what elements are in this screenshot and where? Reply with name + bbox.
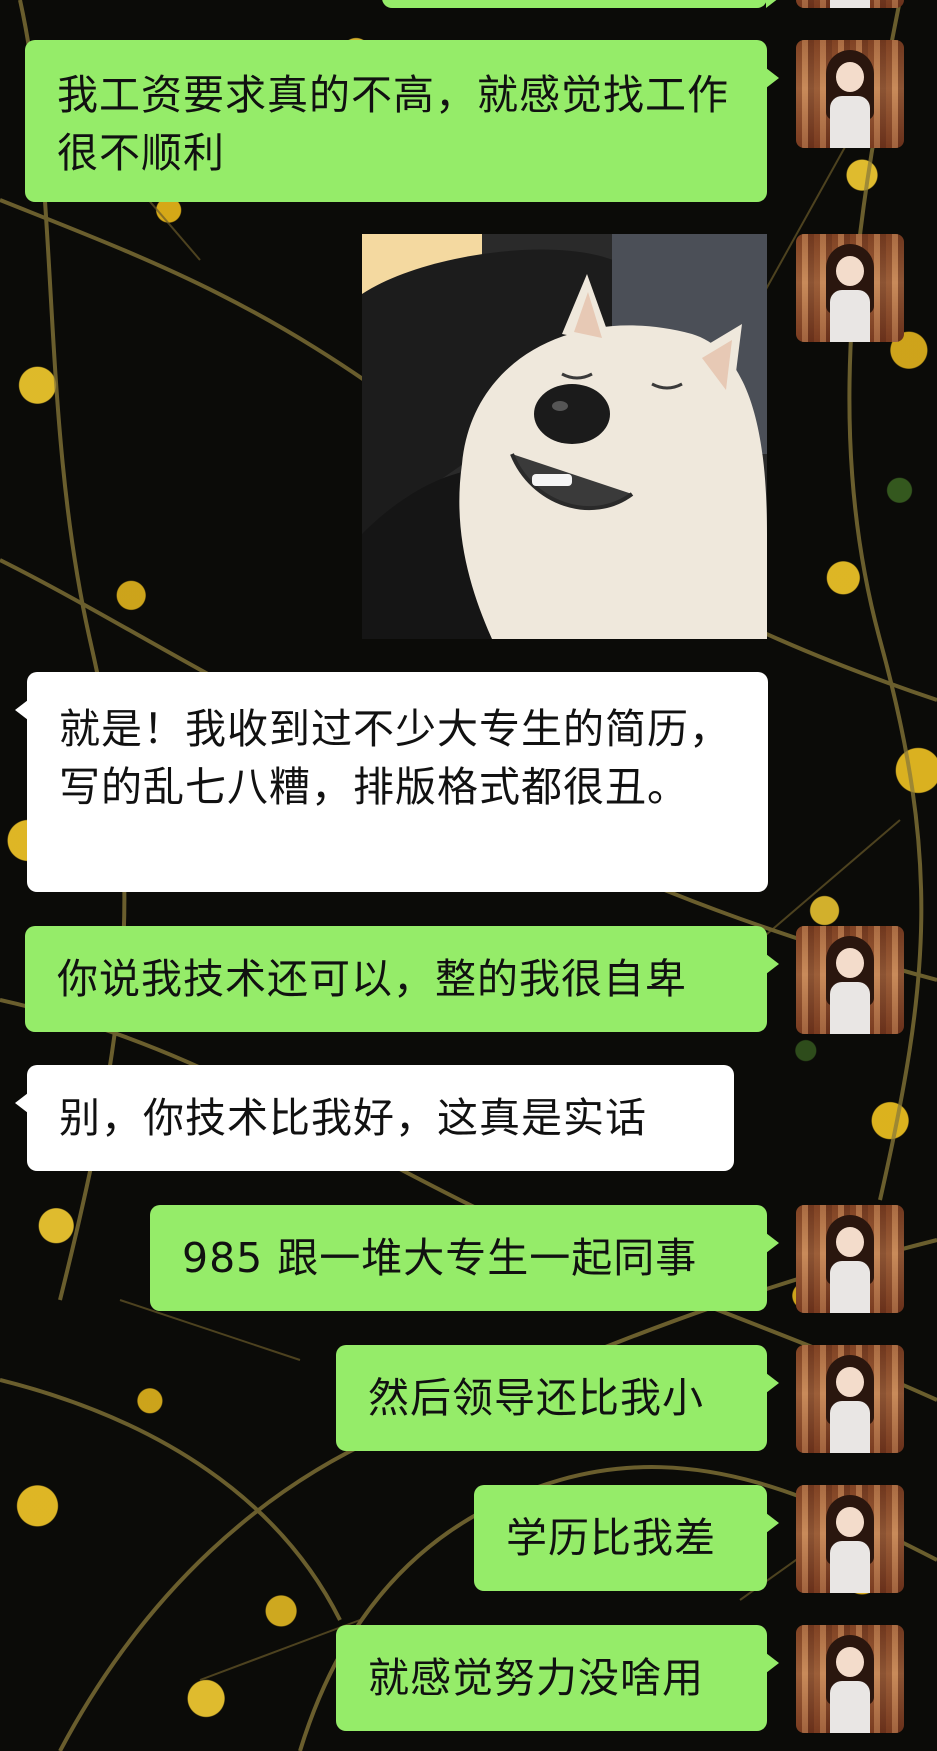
user-avatar[interactable] xyxy=(796,40,904,148)
avatar-face xyxy=(836,1647,864,1677)
user-avatar[interactable] xyxy=(796,0,904,8)
avatar-face xyxy=(836,256,864,286)
avatar-face xyxy=(836,1367,864,1397)
avatar-body xyxy=(830,1261,870,1313)
dog-sticker-image xyxy=(362,234,767,639)
message-text: 就是！我收到过不少大专生的简历，写的乱七八糟，排版格式都很丑。 xyxy=(59,705,731,811)
user-avatar[interactable] xyxy=(796,1625,904,1733)
chat-bubble-self[interactable]: 你说我技术还可以，整的我很自卑 xyxy=(25,926,779,1032)
message-text: 别，你技术比我好，这真是实话 xyxy=(59,1094,647,1142)
avatar-face xyxy=(836,1227,864,1257)
user-avatar[interactable] xyxy=(796,234,904,342)
message-text: 你说我技术还可以，整的我很自卑 xyxy=(57,955,687,1003)
message-text: 然后领导还比我小 xyxy=(368,1374,704,1422)
user-avatar[interactable] xyxy=(796,1205,904,1313)
avatar-body xyxy=(830,982,870,1034)
user-avatar[interactable] xyxy=(796,1485,904,1593)
avatar-body xyxy=(830,290,870,342)
chat-bubble-self[interactable]: 我工资要求真的不高，就感觉找工作很不顺利 xyxy=(25,40,779,202)
message-text: 985 跟一堆大专生一起同事 xyxy=(182,1234,698,1282)
user-avatar[interactable] xyxy=(796,926,904,1034)
chat-bubble-self[interactable]: 然后领导还比我小 xyxy=(336,1345,779,1451)
message-text: 就感觉努力没啥用 xyxy=(368,1654,704,1702)
avatar-face xyxy=(836,1507,864,1537)
chat-bubble-other[interactable]: 就是！我收到过不少大专生的简历，写的乱七八糟，排版格式都很丑。 xyxy=(15,672,768,892)
avatar-face xyxy=(836,948,864,978)
chat-bubble-self[interactable]: 985 跟一堆大专生一起同事 xyxy=(150,1205,779,1311)
avatar-face xyxy=(836,62,864,92)
user-avatar[interactable] xyxy=(796,1345,904,1453)
avatar-body xyxy=(830,0,870,8)
avatar-body xyxy=(830,1401,870,1453)
chat-bubble-other[interactable]: 别，你技术比我好，这真是实话 xyxy=(15,1065,734,1171)
chat-bubble-self[interactable]: 就感觉努力没啥用 xyxy=(336,1625,779,1731)
avatar-body xyxy=(830,1541,870,1593)
chat-bubble-self-partial[interactable] xyxy=(382,0,779,8)
message-text: 学历比我差 xyxy=(506,1514,716,1562)
dog-squished-face-sticker[interactable] xyxy=(362,234,767,639)
message-text: 我工资要求真的不高，就感觉找工作很不顺利 xyxy=(57,71,729,177)
avatar-body xyxy=(830,1681,870,1733)
avatar-body xyxy=(830,96,870,148)
chat-bubble-self[interactable]: 学历比我差 xyxy=(474,1485,779,1591)
